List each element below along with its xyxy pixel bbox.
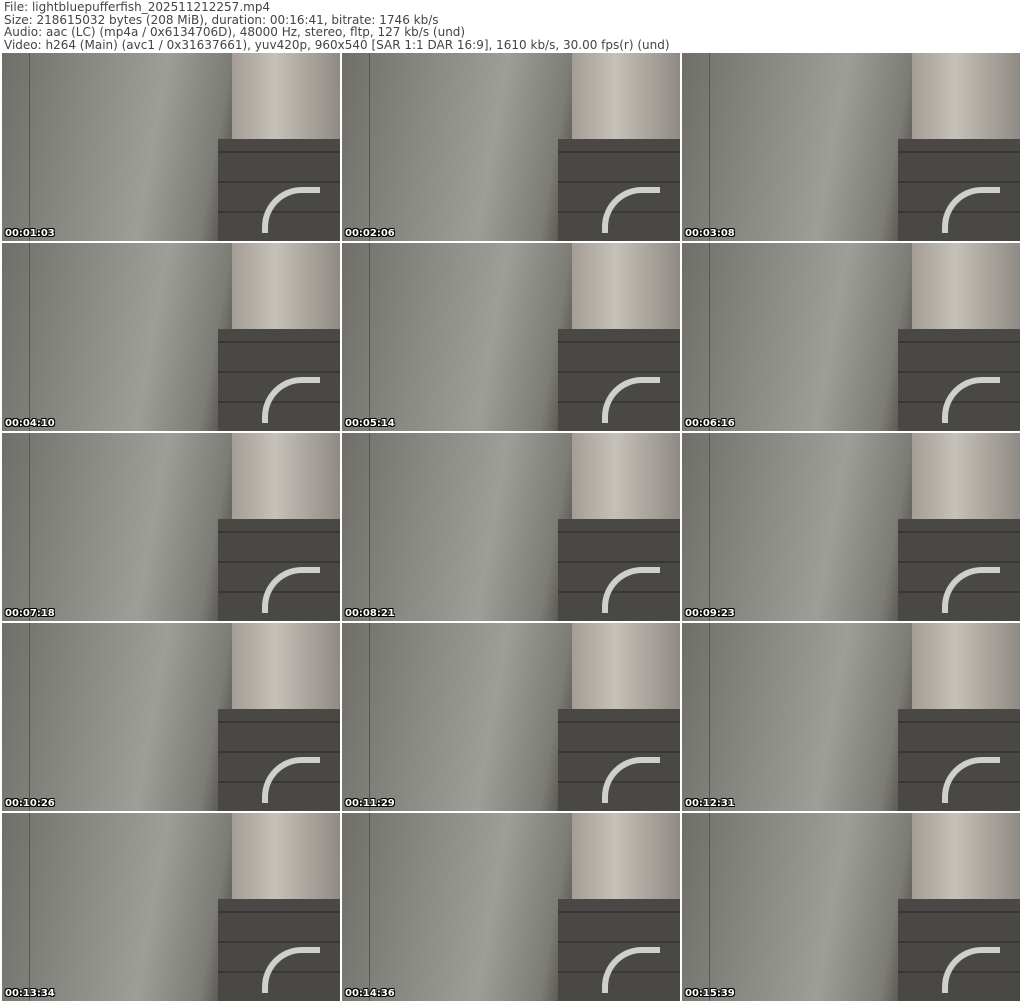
- timestamp: 00:11:29: [345, 798, 395, 809]
- cabinet: [571, 623, 680, 714]
- file-info-header: File: lightbluepufferfish_202511212257.m…: [4, 1, 670, 51]
- timestamp: 00:03:08: [685, 228, 735, 239]
- shower-door: [369, 243, 371, 431]
- shower-door: [29, 623, 31, 811]
- timestamp: 00:14:36: [345, 988, 395, 999]
- video-thumbnail: 00:08:21: [342, 433, 680, 621]
- video-thumbnail: 00:02:06: [342, 53, 680, 241]
- cabinet: [571, 53, 680, 144]
- video-thumbnail: 00:13:34: [2, 813, 340, 1001]
- video-info: Video: h264 (Main) (avc1 / 0x31637661), …: [4, 37, 670, 52]
- shower-door: [29, 53, 31, 241]
- file-name: File: lightbluepufferfish_202511212257.m…: [4, 0, 271, 14]
- video-thumbnail: 00:11:29: [342, 623, 680, 811]
- cabinet: [571, 813, 680, 904]
- shower-door: [709, 813, 711, 1001]
- video-thumbnail: 00:01:03: [2, 53, 340, 241]
- shower-door: [369, 53, 371, 241]
- cabinet: [231, 433, 340, 524]
- timestamp: 00:10:26: [5, 798, 55, 809]
- cabinet: [911, 243, 1020, 334]
- timestamp: 00:02:06: [345, 228, 395, 239]
- shower-door: [709, 433, 711, 621]
- audio-info: Audio: aac (LC) (mp4a / 0x6134706D), 480…: [4, 25, 466, 39]
- timestamp: 00:09:23: [685, 608, 735, 619]
- cabinet: [231, 813, 340, 904]
- shower-door: [709, 53, 711, 241]
- timestamp: 00:04:10: [5, 418, 55, 429]
- video-thumbnail: 00:10:26: [2, 623, 340, 811]
- shower-door: [709, 243, 711, 431]
- shower-door: [29, 813, 31, 1001]
- timestamp: 00:13:34: [5, 988, 55, 999]
- video-thumbnail: 00:09:23: [682, 433, 1020, 621]
- cabinet: [571, 433, 680, 524]
- timestamp: 00:15:39: [685, 988, 735, 999]
- video-thumbnail: 00:14:36: [342, 813, 680, 1001]
- cabinet: [231, 53, 340, 144]
- shower-door: [29, 243, 31, 431]
- video-thumbnail: 00:06:16: [682, 243, 1020, 431]
- shower-door: [709, 623, 711, 811]
- cabinet: [231, 623, 340, 714]
- timestamp: 00:01:03: [5, 228, 55, 239]
- video-thumbnail: 00:07:18: [2, 433, 340, 621]
- video-thumbnail: 00:03:08: [682, 53, 1020, 241]
- cabinet: [911, 433, 1020, 524]
- shower-door: [369, 813, 371, 1001]
- cabinet: [231, 243, 340, 334]
- cabinet: [911, 623, 1020, 714]
- shower-door: [369, 433, 371, 621]
- timestamp: 00:06:16: [685, 418, 735, 429]
- timestamp: 00:08:21: [345, 608, 395, 619]
- thumbnail-grid: 00:01:03 00:02:06 00:03:08 00:04:10 00:05:14…: [2, 53, 1020, 1001]
- video-thumbnail: 00:04:10: [2, 243, 340, 431]
- timestamp: 00:05:14: [345, 418, 395, 429]
- timestamp: 00:12:31: [685, 798, 735, 809]
- shower-door: [29, 433, 31, 621]
- shower-door: [369, 623, 371, 811]
- cabinet: [911, 813, 1020, 904]
- timestamp: 00:07:18: [5, 608, 55, 619]
- video-thumbnail: 00:12:31: [682, 623, 1020, 811]
- video-thumbnail: 00:05:14: [342, 243, 680, 431]
- video-thumbnail: 00:15:39: [682, 813, 1020, 1001]
- cabinet: [571, 243, 680, 334]
- cabinet: [911, 53, 1020, 144]
